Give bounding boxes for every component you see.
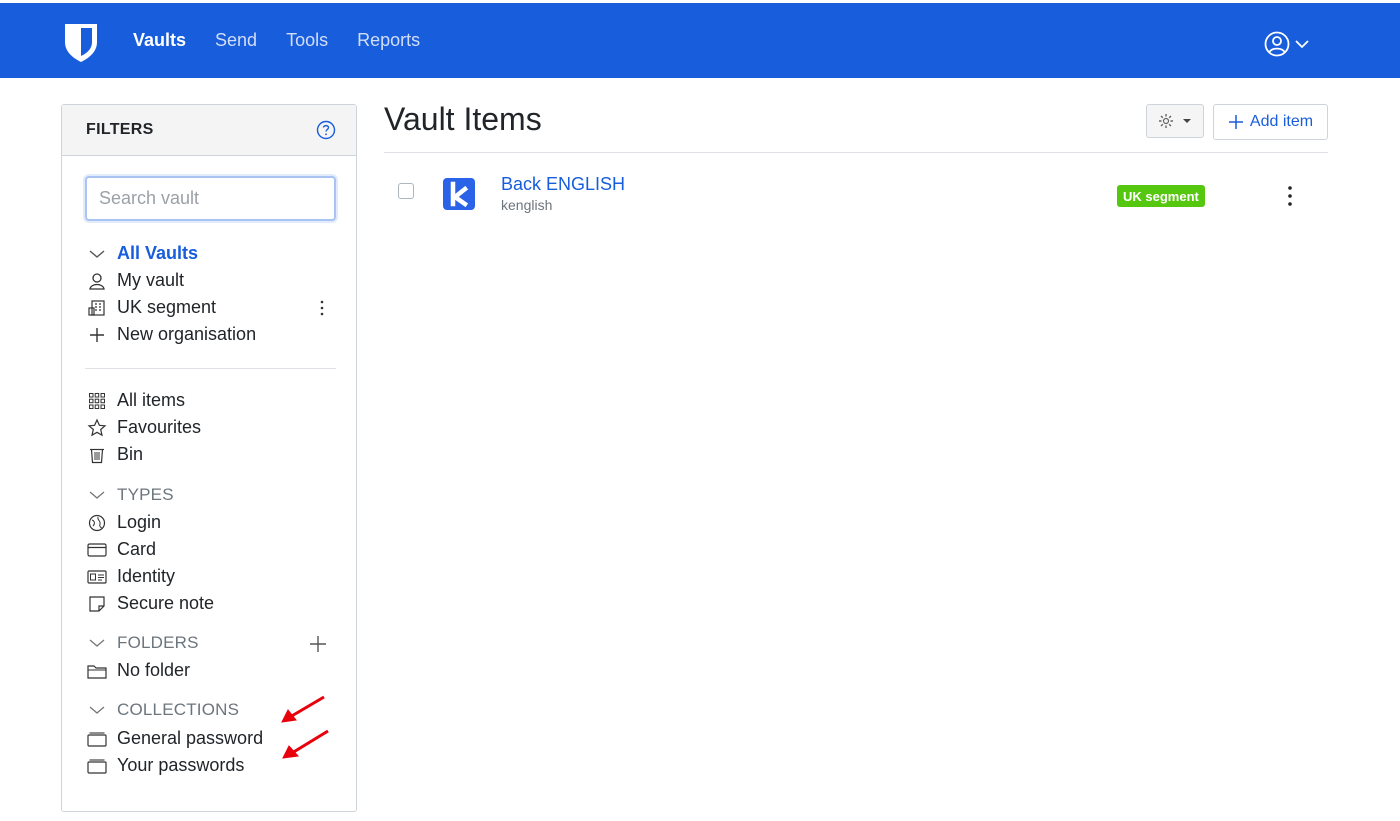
types-section-header[interactable]: TYPES (87, 481, 174, 508)
filter-collection-general-password[interactable]: General password (87, 725, 263, 752)
star-icon (87, 418, 107, 438)
nav-reports-link[interactable]: Reports (357, 30, 420, 51)
filter-no-folder[interactable]: No folder (87, 657, 190, 684)
filter-bin-label: Bin (117, 444, 144, 464)
filter-type-identity-label: Identity (117, 566, 176, 586)
bitwarden-logo-icon[interactable] (63, 22, 99, 64)
filter-my-vault[interactable]: My vault (87, 267, 184, 294)
filter-collection-general-password-label: General password (117, 728, 264, 748)
collections-heading: COLLECTIONS (117, 699, 240, 719)
globe-icon (87, 513, 107, 533)
filter-all-vaults[interactable]: All Vaults (87, 240, 198, 267)
chevron-down-icon (87, 700, 107, 720)
credit-card-icon (87, 540, 107, 560)
top-navigation-bar: Vaults Send Tools Reports (0, 3, 1400, 78)
filter-org-uk-segment[interactable]: UK segment (87, 294, 216, 321)
filter-bin[interactable]: Bin (87, 441, 143, 468)
filter-all-vaults-label: All Vaults (117, 243, 199, 263)
nav-send-link[interactable]: Send (215, 30, 257, 51)
plus-icon (87, 325, 107, 345)
filter-type-card[interactable]: Card (87, 536, 156, 563)
note-icon (87, 594, 107, 614)
collection-icon (87, 729, 107, 749)
filter-new-organisation[interactable]: New organisation (87, 321, 256, 348)
filters-divider (85, 368, 336, 369)
filter-my-vault-label: My vault (117, 270, 185, 290)
page-title: Vault Items (384, 101, 542, 137)
filter-type-login-label: Login (117, 512, 162, 532)
org-badge[interactable]: UK segment (1117, 185, 1205, 207)
annotation-arrow-icons (281, 695, 329, 759)
filter-collection-your-passwords[interactable]: Your passwords (87, 752, 244, 779)
filter-no-folder-label: No folder (117, 660, 191, 680)
help-question-icon[interactable] (316, 120, 336, 140)
filter-favourites[interactable]: Favourites (87, 414, 201, 441)
nav-tools-link[interactable]: Tools (286, 30, 328, 51)
add-folder-plus-icon[interactable] (308, 634, 328, 654)
gear-icon (1159, 114, 1173, 128)
item-select-checkbox[interactable] (398, 183, 414, 199)
user-circle-icon (1264, 31, 1290, 57)
filter-type-card-label: Card (117, 539, 157, 559)
filter-type-login[interactable]: Login (87, 509, 161, 536)
building-icon (87, 298, 107, 318)
title-divider (384, 152, 1328, 153)
vault-options-dropdown-button[interactable] (1146, 104, 1204, 138)
chevron-down-icon (87, 633, 107, 653)
add-item-button[interactable]: Add item (1213, 104, 1328, 140)
grid-icon (87, 391, 107, 411)
filter-type-secure-note[interactable]: Secure note (87, 590, 214, 617)
collections-section-header[interactable]: COLLECTIONS (87, 696, 239, 723)
filters-title: FILTERS (86, 121, 154, 138)
item-username: kenglish (501, 197, 553, 213)
add-item-label: Add item (1249, 113, 1314, 130)
trash-icon (87, 445, 107, 465)
folders-section-header[interactable]: FOLDERS (87, 629, 199, 656)
folder-icon (87, 661, 107, 681)
item-options-kebab-icon[interactable] (1282, 183, 1298, 209)
user-icon (87, 271, 107, 291)
filter-collection-your-passwords-label: Your passwords (117, 755, 245, 775)
nav-vaults-link[interactable]: Vaults (133, 30, 186, 51)
filters-header: FILTERS (62, 105, 356, 156)
chevron-down-icon (87, 244, 107, 264)
search-vault-input[interactable] (85, 176, 336, 221)
collection-icon (87, 756, 107, 776)
filter-all-items-label: All items (117, 390, 186, 410)
caret-down-icon (1183, 119, 1191, 123)
chevron-down-icon (87, 485, 107, 505)
id-card-icon (87, 567, 107, 587)
plus-icon (1228, 115, 1243, 129)
main-nav: Vaults Send Tools Reports (133, 3, 420, 78)
filter-org-uk-segment-label: UK segment (117, 297, 217, 317)
filter-type-identity[interactable]: Identity (87, 563, 175, 590)
org-options-kebab-icon[interactable] (314, 298, 330, 318)
filter-new-organisation-label: New organisation (117, 324, 257, 344)
caret-down-icon (1295, 40, 1309, 49)
filter-type-secure-note-label: Secure note (117, 593, 215, 613)
site-favicon-k-icon (443, 178, 475, 210)
filter-all-items[interactable]: All items (87, 387, 185, 414)
filter-favourites-label: Favourites (117, 417, 202, 437)
types-heading: TYPES (117, 484, 174, 504)
account-menu-button[interactable] (1264, 31, 1310, 57)
folders-heading: FOLDERS (117, 632, 199, 652)
item-name-link[interactable]: Back ENGLISH (501, 174, 625, 195)
